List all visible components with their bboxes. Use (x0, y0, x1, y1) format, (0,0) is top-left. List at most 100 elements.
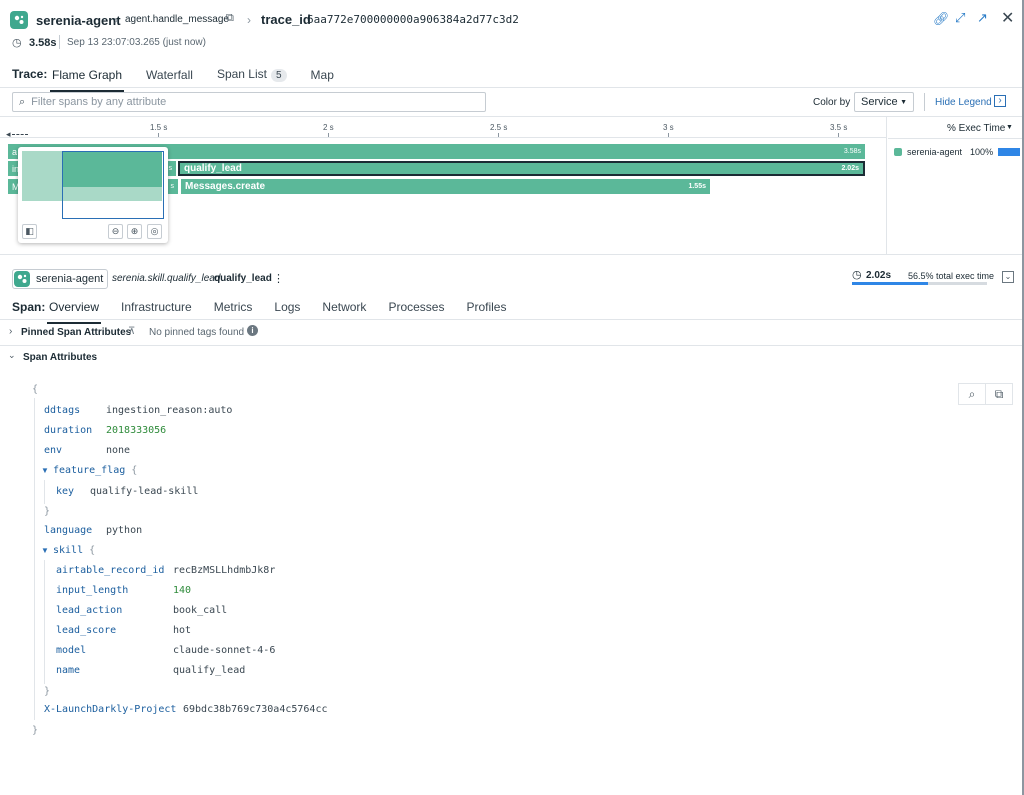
trace-id-label: trace_id (261, 12, 311, 27)
chevron-down-icon[interactable]: ▼ (41, 546, 49, 555)
zoom-out-icon[interactable]: ⊖ (108, 224, 123, 239)
span-bar-qualify-lead-selected[interactable]: qualify_lead 2.02s (178, 161, 865, 176)
json-value[interactable]: qualify-lead-skill (90, 486, 198, 497)
legend-service-name: serenia-agent (907, 147, 963, 157)
divider (0, 254, 1022, 255)
zoom-out-arrow-icon: ◂ (6, 129, 11, 139)
json-row[interactable]: language (44, 525, 92, 536)
legend-swatch (894, 148, 902, 156)
json-value[interactable]: python (106, 525, 142, 536)
chevron-down-icon[interactable]: ⌄ (8, 350, 16, 361)
minimap-collapse-icon[interactable]: ◧ (22, 224, 37, 239)
expand-icon[interactable]: ⤢ (955, 10, 965, 26)
span-bar-label: Messages.create (185, 181, 266, 192)
info-icon[interactable]: i (247, 325, 258, 336)
tick-mark (328, 133, 329, 137)
exec-pct-label: 56.5% total exec time (908, 271, 995, 281)
open-external-icon[interactable]: ↗ (977, 10, 988, 26)
flame-graph[interactable]: ◂ 1.5 s 2 s 2.5 s 3 s 3.5 s a 3.58s in s… (0, 117, 886, 254)
tab-logs[interactable]: Logs (274, 300, 300, 314)
tick-mark (498, 133, 499, 137)
service-badge[interactable]: serenia-agent (10, 11, 121, 29)
search-attributes-icon[interactable]: ⌕ (958, 383, 986, 405)
tab-profiles[interactable]: Profiles (466, 300, 506, 314)
clock-icon: ◷ (12, 37, 22, 49)
json-row[interactable]: model (56, 645, 86, 656)
tab-map[interactable]: Map (311, 68, 334, 82)
indent-guide (44, 560, 45, 684)
json-value[interactable]: book_call (173, 605, 227, 616)
pinned-attributes-title[interactable]: Pinned Span Attributes (21, 327, 131, 338)
json-row[interactable]: skill { (53, 545, 95, 556)
indent-guide (44, 480, 45, 504)
breadcrumb-chevron-icon: › (114, 13, 118, 27)
trace-tabs-label: Trace: (12, 67, 48, 81)
trace-id-value[interactable]: 6aa772e700000000a906384a2d77c3d2 (307, 13, 519, 26)
filter-spans-search[interactable]: ⌕ (12, 92, 486, 112)
breadcrumb-chevron-icon: › (247, 13, 251, 27)
minimap-viewport[interactable] (62, 151, 164, 219)
sort-down-icon[interactable]: ▼ (1006, 124, 1013, 131)
json-row[interactable]: ddtags (44, 405, 80, 416)
link-icon[interactable]: 🔗︎ (933, 11, 950, 27)
copy-json-icon[interactable]: ⧉ (985, 383, 1013, 405)
tick-label: 3.5 s (830, 123, 848, 132)
legend-item[interactable]: serenia-agent 100% (894, 147, 1021, 157)
tab-processes[interactable]: Processes (388, 300, 444, 314)
span-bar-messages-create[interactable]: Messages.create 1.55s (181, 179, 710, 194)
tab-span-list[interactable]: Span List 5 (217, 67, 287, 82)
tab-waterfall[interactable]: Waterfall (146, 68, 193, 82)
json-value[interactable]: none (106, 445, 130, 456)
tick-mark (838, 133, 839, 137)
span-tabs: Overview Infrastructure Metrics Logs Net… (46, 300, 528, 324)
legend-service-pct: 100% (970, 147, 994, 157)
tab-flame-graph[interactable]: Flame Graph (49, 68, 125, 92)
chevron-down-icon[interactable]: ▼ (41, 466, 49, 475)
json-row[interactable]: name (56, 665, 80, 676)
tab-overview[interactable]: Overview (46, 300, 102, 324)
close-icon[interactable]: ✕ (1001, 8, 1014, 28)
copy-icon[interactable]: ⧉ (226, 12, 234, 25)
span-attributes-title[interactable]: Span Attributes (23, 352, 97, 363)
json-row[interactable]: lead_score (56, 625, 116, 636)
span-service-name: serenia-agent (36, 273, 104, 285)
hide-legend-link[interactable]: Hide Legend (935, 97, 992, 108)
json-value[interactable]: qualify_lead (173, 665, 245, 676)
json-row[interactable]: X-LaunchDarkly-Project (44, 704, 176, 715)
timeline-start-marker (12, 134, 28, 135)
tick-label: 2.5 s (490, 123, 508, 132)
divider (886, 117, 887, 254)
json-value[interactable]: claude-sonnet-4-6 (173, 645, 275, 656)
chevron-right-icon[interactable]: › (9, 326, 12, 337)
flame-minimap[interactable]: ◧ ⊖ ⊕ ◎ (18, 147, 168, 243)
json-row[interactable]: key (56, 486, 74, 497)
divider (888, 138, 1022, 139)
json-row[interactable]: env (44, 445, 62, 456)
color-by-select[interactable]: Service ▼ (854, 92, 914, 112)
collapse-legend-icon[interactable]: › (994, 95, 1006, 107)
collapse-panel-icon[interactable]: ⌄ (1002, 271, 1014, 283)
tab-infrastructure[interactable]: Infrastructure (121, 300, 192, 314)
tab-metrics[interactable]: Metrics (214, 300, 253, 314)
json-value[interactable]: 69bdc38b769c730a4c5764cc (183, 704, 328, 715)
span-service-badge[interactable]: serenia-agent (12, 269, 109, 289)
tab-span-list-label: Span List (216, 67, 267, 81)
json-value[interactable]: 2018333056 (106, 425, 166, 436)
json-value[interactable]: ingestion_reason:auto (106, 405, 232, 416)
tab-network[interactable]: Network (322, 300, 366, 314)
json-row[interactable]: input_length (56, 585, 128, 596)
json-value[interactable]: recBzMSLLhdmbJk8r (173, 565, 275, 576)
json-row[interactable]: feature_flag { (53, 465, 137, 476)
more-options-icon[interactable]: ⋮ (273, 272, 284, 285)
json-row[interactable]: airtable_record_id (56, 565, 164, 576)
recenter-icon[interactable]: ◎ (147, 224, 162, 239)
json-brace-close: } (44, 506, 51, 517)
legend-header[interactable]: % Exec Time (947, 123, 1005, 134)
json-row[interactable]: duration (44, 425, 92, 436)
json-value[interactable]: 140 (173, 585, 191, 596)
zoom-in-icon[interactable]: ⊕ (127, 224, 142, 239)
json-value[interactable]: hot (173, 625, 191, 636)
search-input[interactable] (31, 96, 472, 108)
json-row[interactable]: lead_action (56, 605, 122, 616)
divider (924, 93, 925, 111)
